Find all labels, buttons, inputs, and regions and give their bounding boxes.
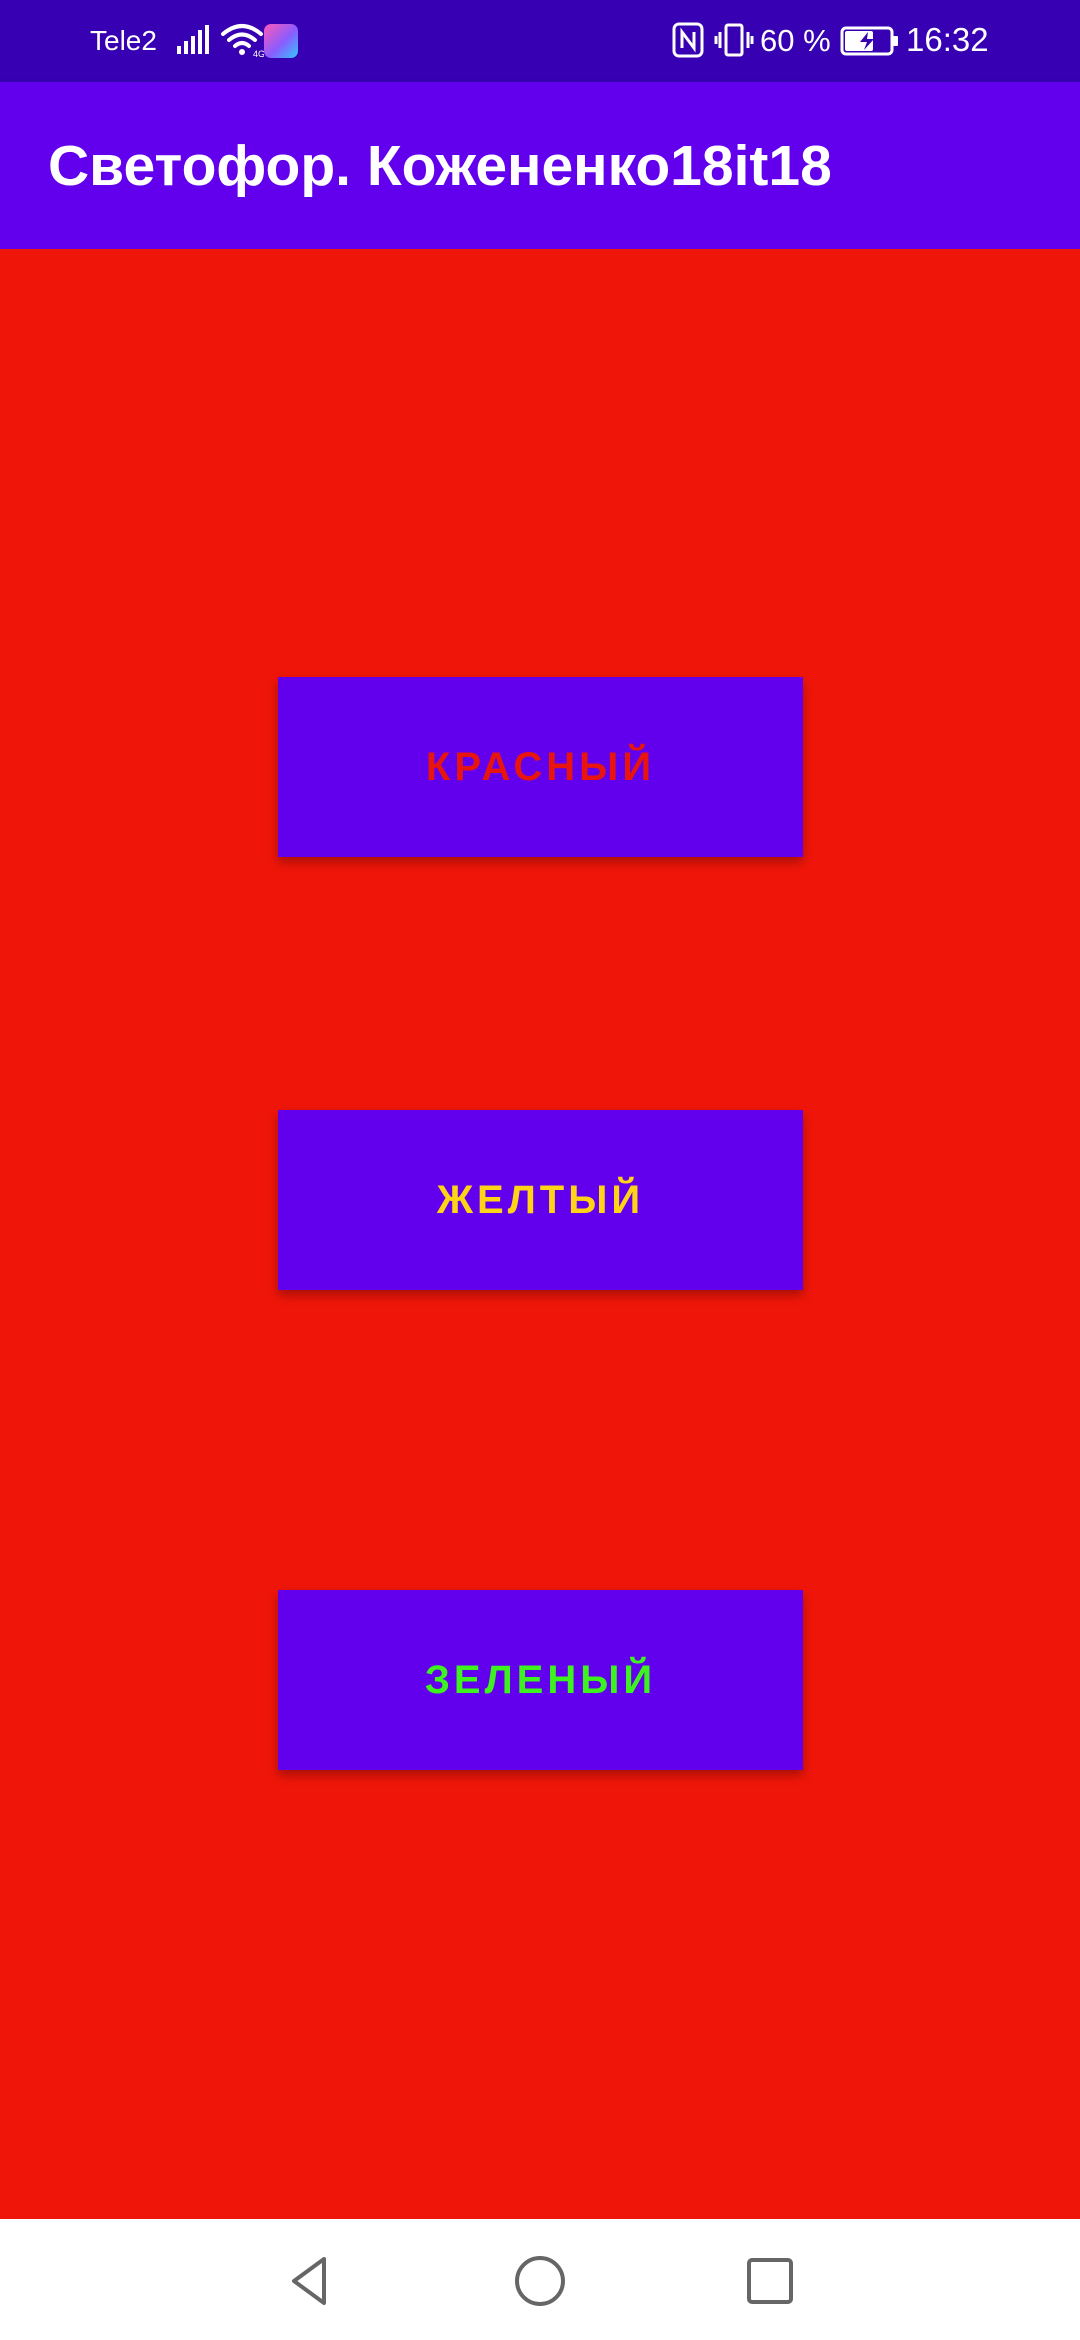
wifi-icon: 4G (221, 24, 264, 58)
app-title: Светофор. Кожененко18it18 (48, 134, 832, 198)
back-icon[interactable] (280, 2251, 340, 2311)
app-bar: Светофор. Кожененко18it18 (0, 82, 1080, 249)
navigation-bar (0, 2219, 1080, 2340)
status-bar: Tele2 4G 60 % 16:32 (0, 0, 1080, 82)
red-button[interactable]: КРАСНЫЙ (278, 677, 803, 857)
home-icon[interactable] (510, 2251, 570, 2311)
yellow-button[interactable]: ЖЕЛТЫЙ (278, 1110, 803, 1290)
nfc-icon (672, 22, 704, 58)
green-button[interactable]: ЗЕЛЕНЫЙ (278, 1590, 803, 1770)
traffic-light-screen: КРАСНЫЙ ЖЕЛТЫЙ ЗЕЛЕНЫЙ (0, 249, 1080, 2219)
clock: 16:32 (906, 21, 989, 58)
svg-text:4G: 4G (253, 49, 264, 58)
vibrate-icon (714, 23, 754, 57)
carrier-name: Tele2 (90, 25, 157, 56)
app-badge-icon (264, 24, 298, 58)
signal-icon (177, 25, 209, 54)
battery-percent: 60 % (760, 23, 831, 58)
recents-icon[interactable] (740, 2251, 800, 2311)
battery-charging-icon (840, 26, 898, 56)
